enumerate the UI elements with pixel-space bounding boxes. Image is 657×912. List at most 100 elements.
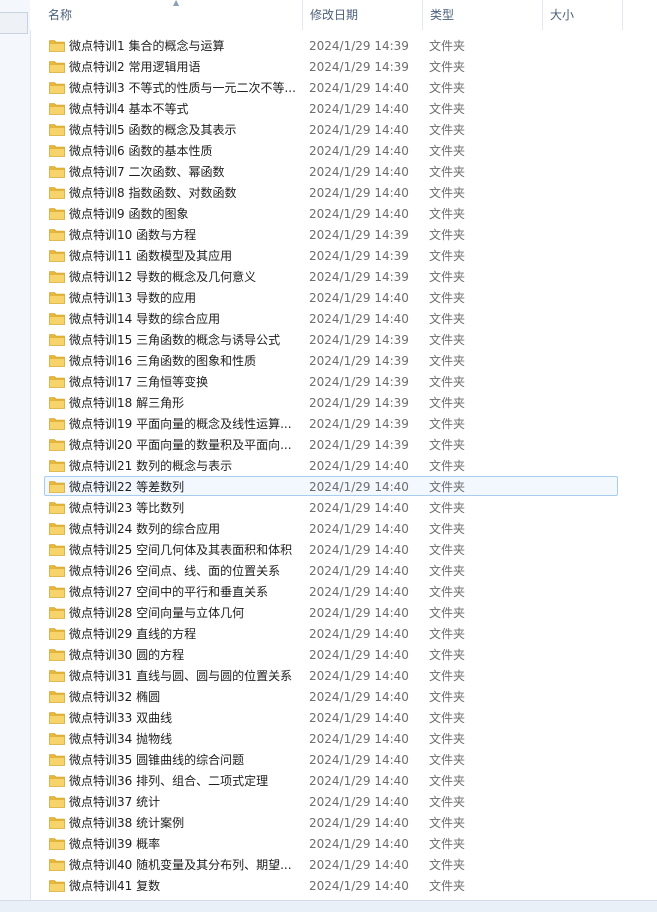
file-type: 文件夹	[429, 690, 466, 704]
file-row[interactable]: 微点特训34 抛物线 2024/1/29 14:40 文件夹	[44, 728, 618, 748]
file-row[interactable]: 微点特训40 随机变量及其分布列、期望... 2024/1/29 14:40 文件夹	[44, 854, 618, 874]
file-row[interactable]: 微点特训26 空间点、线、面的位置关系 2024/1/29 14:40 文件夹	[44, 560, 618, 580]
file-modified-date: 2024/1/29 14:40	[309, 774, 409, 788]
file-row[interactable]: 微点特训13 导数的应用 2024/1/29 14:40 文件夹	[44, 287, 618, 307]
file-row[interactable]: 微点特训28 空间向量与立体几何 2024/1/29 14:40 文件夹	[44, 602, 618, 622]
file-type: 文件夹	[429, 39, 466, 53]
file-modified-date: 2024/1/29 14:40	[309, 144, 409, 158]
file-row[interactable]: 微点特训22 等差数列 2024/1/29 14:40 文件夹	[44, 476, 618, 496]
file-row[interactable]: 微点特训24 数列的综合应用 2024/1/29 14:40 文件夹	[44, 518, 618, 538]
navigation-pane-item[interactable]	[0, 12, 28, 34]
file-row[interactable]: 微点特训9 函数的图象 2024/1/29 14:40 文件夹	[44, 203, 618, 223]
file-row[interactable]: 微点特训2 常用逻辑用语 2024/1/29 14:39 文件夹	[44, 56, 618, 76]
file-modified-date: 2024/1/29 14:40	[309, 669, 409, 683]
file-row[interactable]: 微点特训1 集合的概念与运算 2024/1/29 14:39 文件夹	[44, 35, 618, 55]
file-modified-date: 2024/1/29 14:40	[309, 543, 409, 557]
file-modified-date: 2024/1/29 14:40	[309, 312, 409, 326]
column-header-size[interactable]: 大小	[542, 0, 623, 30]
folder-icon	[49, 838, 65, 850]
file-modified-date: 2024/1/29 14:40	[309, 165, 409, 179]
file-row[interactable]: 微点特训25 空间几何体及其表面积和体积 2024/1/29 14:40 文件夹	[44, 539, 618, 559]
file-row[interactable]: 微点特训6 函数的基本性质 2024/1/29 14:40 文件夹	[44, 140, 618, 160]
folder-icon	[49, 292, 65, 304]
folder-icon	[49, 229, 65, 241]
file-row[interactable]: 微点特训18 解三角形 2024/1/29 14:39 文件夹	[44, 392, 618, 412]
file-row[interactable]: 微点特训23 等比数列 2024/1/29 14:40 文件夹	[44, 497, 618, 517]
folder-icon	[49, 460, 65, 472]
folder-icon	[49, 607, 65, 619]
file-modified-date: 2024/1/29 14:40	[309, 816, 409, 830]
file-row[interactable]: 微点特训37 统计 2024/1/29 14:40 文件夹	[44, 791, 618, 811]
file-modified-date: 2024/1/29 14:40	[309, 480, 409, 494]
file-row[interactable]: 微点特训11 函数模型及其应用 2024/1/29 14:39 文件夹	[44, 245, 618, 265]
file-name: 微点特训24 数列的综合应用	[69, 522, 221, 536]
file-row[interactable]: 微点特训32 椭圆 2024/1/29 14:40 文件夹	[44, 686, 618, 706]
file-name: 微点特训21 数列的概念与表示	[69, 459, 233, 473]
file-type: 文件夹	[429, 417, 466, 431]
column-header-type[interactable]: 类型	[422, 0, 543, 30]
folder-icon	[49, 355, 65, 367]
file-row[interactable]: 微点特训35 圆锥曲线的综合问题 2024/1/29 14:40 文件夹	[44, 749, 618, 769]
file-type: 文件夹	[429, 879, 466, 893]
column-header-date[interactable]: 修改日期	[302, 0, 423, 30]
file-modified-date: 2024/1/29 14:40	[309, 753, 409, 767]
file-name: 微点特训3 不等式的性质与一元二次不等...	[69, 81, 296, 95]
file-name: 微点特训13 导数的应用	[69, 291, 197, 305]
file-row[interactable]: 微点特训39 概率 2024/1/29 14:40 文件夹	[44, 833, 618, 853]
file-name: 微点特训4 基本不等式	[69, 102, 189, 116]
file-row[interactable]: 微点特训27 空间中的平行和垂直关系 2024/1/29 14:40 文件夹	[44, 581, 618, 601]
file-name: 微点特训25 空间几何体及其表面积和体积	[69, 543, 293, 557]
file-row[interactable]: 微点特训33 双曲线 2024/1/29 14:40 文件夹	[44, 707, 618, 727]
file-row[interactable]: 微点特训8 指数函数、对数函数 2024/1/29 14:40 文件夹	[44, 182, 618, 202]
file-type: 文件夹	[429, 501, 466, 515]
folder-icon	[49, 124, 65, 136]
column-header-name[interactable]: 名称 ▲	[40, 0, 303, 30]
file-row[interactable]: 微点特训7 二次函数、幂函数 2024/1/29 14:40 文件夹	[44, 161, 618, 181]
file-row[interactable]: 微点特训41 复数 2024/1/29 14:40 文件夹	[44, 875, 618, 895]
file-type: 文件夹	[429, 186, 466, 200]
file-modified-date: 2024/1/29 14:40	[309, 627, 409, 641]
file-modified-date: 2024/1/29 14:40	[309, 732, 409, 746]
file-type: 文件夹	[429, 858, 466, 872]
folder-icon	[49, 712, 65, 724]
folder-icon	[49, 817, 65, 829]
file-modified-date: 2024/1/29 14:40	[309, 81, 409, 95]
file-type: 文件夹	[429, 81, 466, 95]
file-row[interactable]: 微点特训4 基本不等式 2024/1/29 14:40 文件夹	[44, 98, 618, 118]
file-row[interactable]: 微点特训5 函数的概念及其表示 2024/1/29 14:40 文件夹	[44, 119, 618, 139]
file-row[interactable]: 微点特训3 不等式的性质与一元二次不等... 2024/1/29 14:40 文件夹	[44, 77, 618, 97]
file-row[interactable]: 微点特训29 直线的方程 2024/1/29 14:40 文件夹	[44, 623, 618, 643]
file-row[interactable]: 微点特训14 导数的综合应用 2024/1/29 14:40 文件夹	[44, 308, 618, 328]
horizontal-scrollbar[interactable]	[0, 900, 657, 912]
file-type: 文件夹	[429, 522, 466, 536]
file-row[interactable]: 微点特训17 三角恒等变换 2024/1/29 14:39 文件夹	[44, 371, 618, 391]
file-row[interactable]: 微点特训16 三角函数的图象和性质 2024/1/29 14:39 文件夹	[44, 350, 618, 370]
file-modified-date: 2024/1/29 14:39	[309, 39, 409, 53]
file-row[interactable]: 微点特训31 直线与圆、圆与圆的位置关系 2024/1/29 14:40 文件夹	[44, 665, 618, 685]
file-name: 微点特训33 双曲线	[69, 711, 173, 725]
file-type: 文件夹	[429, 627, 466, 641]
file-row[interactable]: 微点特训10 函数与方程 2024/1/29 14:39 文件夹	[44, 224, 618, 244]
file-row[interactable]: 微点特训15 三角函数的概念与诱导公式 2024/1/29 14:39 文件夹	[44, 329, 618, 349]
folder-icon	[49, 166, 65, 178]
file-name: 微点特训27 空间中的平行和垂直关系	[69, 585, 269, 599]
file-row[interactable]: 微点特训21 数列的概念与表示 2024/1/29 14:40 文件夹	[44, 455, 618, 475]
file-modified-date: 2024/1/29 14:40	[309, 291, 409, 305]
file-row[interactable]: 微点特训20 平面向量的数量积及平面向... 2024/1/29 14:39 文件夹	[44, 434, 618, 454]
file-modified-date: 2024/1/29 14:40	[309, 606, 409, 620]
file-row[interactable]: 微点特训30 圆的方程 2024/1/29 14:40 文件夹	[44, 644, 618, 664]
file-row[interactable]: 微点特训36 排列、组合、二项式定理 2024/1/29 14:40 文件夹	[44, 770, 618, 790]
folder-icon	[49, 733, 65, 745]
file-type: 文件夹	[429, 270, 466, 284]
column-header-size-label: 大小	[550, 8, 575, 22]
file-row[interactable]: 微点特训12 导数的概念及几何意义 2024/1/29 14:39 文件夹	[44, 266, 618, 286]
file-name: 微点特训7 二次函数、幂函数	[69, 165, 225, 179]
folder-icon	[49, 481, 65, 493]
file-type: 文件夹	[429, 606, 466, 620]
file-row[interactable]: 微点特训38 统计案例 2024/1/29 14:40 文件夹	[44, 812, 618, 832]
file-modified-date: 2024/1/29 14:40	[309, 522, 409, 536]
file-name: 微点特训18 解三角形	[69, 396, 185, 410]
file-type: 文件夹	[429, 459, 466, 473]
file-row[interactable]: 微点特训19 平面向量的概念及线性运算... 2024/1/29 14:39 文件夹	[44, 413, 618, 433]
column-header: 名称 ▲ 修改日期 类型 大小	[30, 0, 657, 30]
